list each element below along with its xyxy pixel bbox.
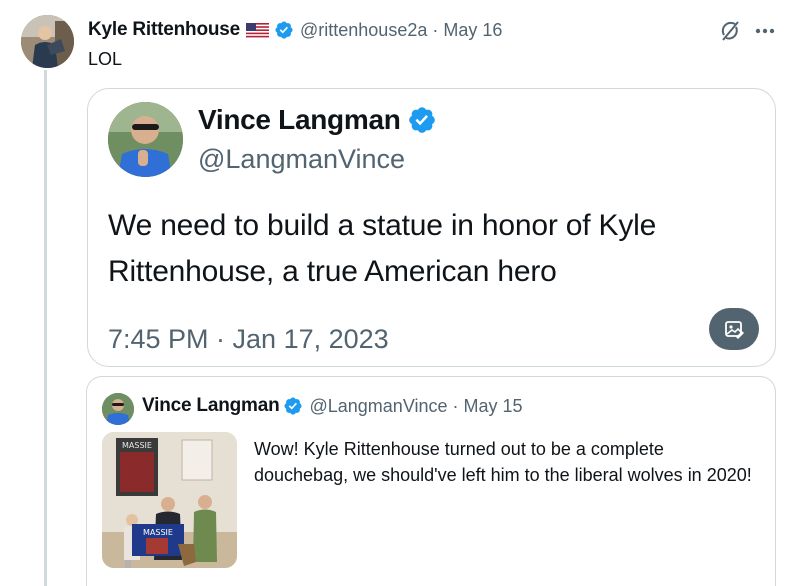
thread-line xyxy=(44,70,47,586)
quoted-timestamp: 7:45 PM · Jan 17, 2023 xyxy=(108,324,389,354)
image-description-icon[interactable] xyxy=(709,308,759,350)
svg-text:MASSIE: MASSIE xyxy=(143,528,173,537)
avatar xyxy=(108,102,183,177)
tweet-text: LOL xyxy=(88,49,123,69)
author-handle[interactable]: @rittenhouse2a · May 16 xyxy=(300,20,502,41)
embedded-image[interactable]: MASSIE MASSIE xyxy=(102,432,237,568)
us-flag-icon xyxy=(246,22,269,38)
verified-badge-icon xyxy=(283,396,303,416)
quoted-author-row: Vince Langman xyxy=(198,104,437,136)
quoted-tweet-card[interactable]: Vince Langman @LangmanVince We need to b… xyxy=(87,88,776,367)
svg-text:MASSIE: MASSIE xyxy=(122,441,152,450)
embedded-author-name: Vince Langman xyxy=(142,395,280,416)
embedded-author-row: Vince Langman @LangmanVince · May 15 xyxy=(142,395,523,417)
quoted-author-name: Vince Langman xyxy=(198,104,401,135)
verified-badge-icon xyxy=(407,105,437,135)
quoted-tweet-text: We need to build a statue in honor of Ky… xyxy=(108,209,657,288)
embedded-date: · May 15 xyxy=(452,395,523,416)
embedded-quote-card[interactable]: Vince Langman @LangmanVince · May 15 MAS… xyxy=(86,376,776,586)
avatar[interactable] xyxy=(21,15,74,68)
quoted-author-handle: @LangmanVince xyxy=(198,144,406,174)
tweet-header: Kyle Rittenhouse @rittenhouse2a · May 16 xyxy=(88,16,502,44)
avatar xyxy=(102,393,134,425)
grok-icon[interactable] xyxy=(717,18,743,44)
verified-badge-icon xyxy=(274,20,294,40)
embedded-author-handle: @LangmanVince · May 15 xyxy=(309,395,523,416)
more-options-icon[interactable] xyxy=(751,18,779,44)
author-name[interactable]: Kyle Rittenhouse xyxy=(88,19,240,41)
embedded-quote-text: Wow! Kyle Rittenhouse turned out to be a… xyxy=(254,439,752,485)
tweet-date[interactable]: · May 16 xyxy=(432,20,502,40)
